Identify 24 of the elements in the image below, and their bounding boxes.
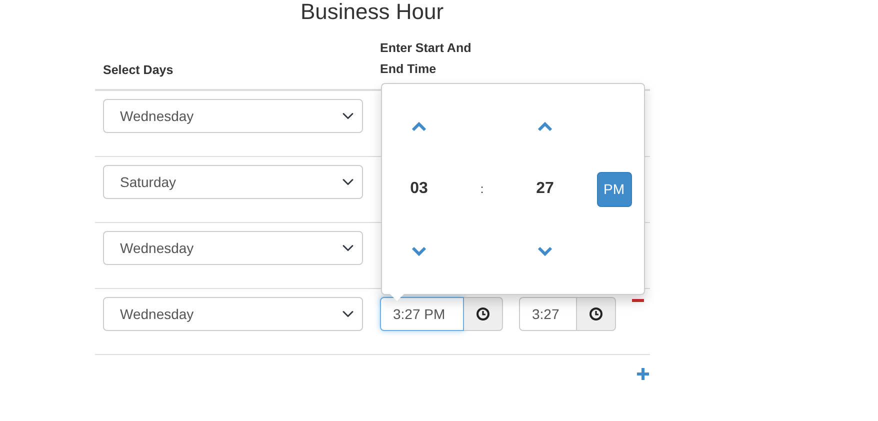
chevron-up-icon[interactable]: [537, 121, 553, 133]
day-select[interactable]: Wednesday: [103, 297, 363, 331]
column-header: Enter Start And End Time: [379, 40, 472, 78]
time-separator: :: [480, 181, 484, 198]
clock-button[interactable]: [464, 297, 503, 331]
meridian-toggle[interactable]: PM: [596, 172, 632, 206]
page-title: Business Hour: [299, 0, 445, 24]
day-select[interactable]: Wednesday: [103, 231, 363, 265]
end-time-field[interactable]: 3:27: [519, 297, 577, 331]
plus-icon: [637, 368, 649, 380]
clock-icon: [589, 307, 603, 321]
hour-value: 03: [410, 179, 428, 199]
chevron-down-icon[interactable]: [411, 245, 427, 257]
chevron-down-icon[interactable]: [537, 245, 553, 257]
minute-value: 27: [536, 179, 554, 199]
clock-button[interactable]: [577, 297, 616, 331]
chevron-up-icon[interactable]: [411, 121, 427, 133]
day-select[interactable]: Saturday: [103, 165, 363, 199]
day-select[interactable]: Wednesday: [103, 99, 363, 133]
clock-icon: [476, 307, 490, 321]
add-button[interactable]: [637, 368, 651, 382]
minus-icon: [632, 299, 644, 303]
column-header: Select Days: [102, 62, 174, 80]
start-time-field[interactable]: 3:27 PM: [380, 297, 464, 331]
